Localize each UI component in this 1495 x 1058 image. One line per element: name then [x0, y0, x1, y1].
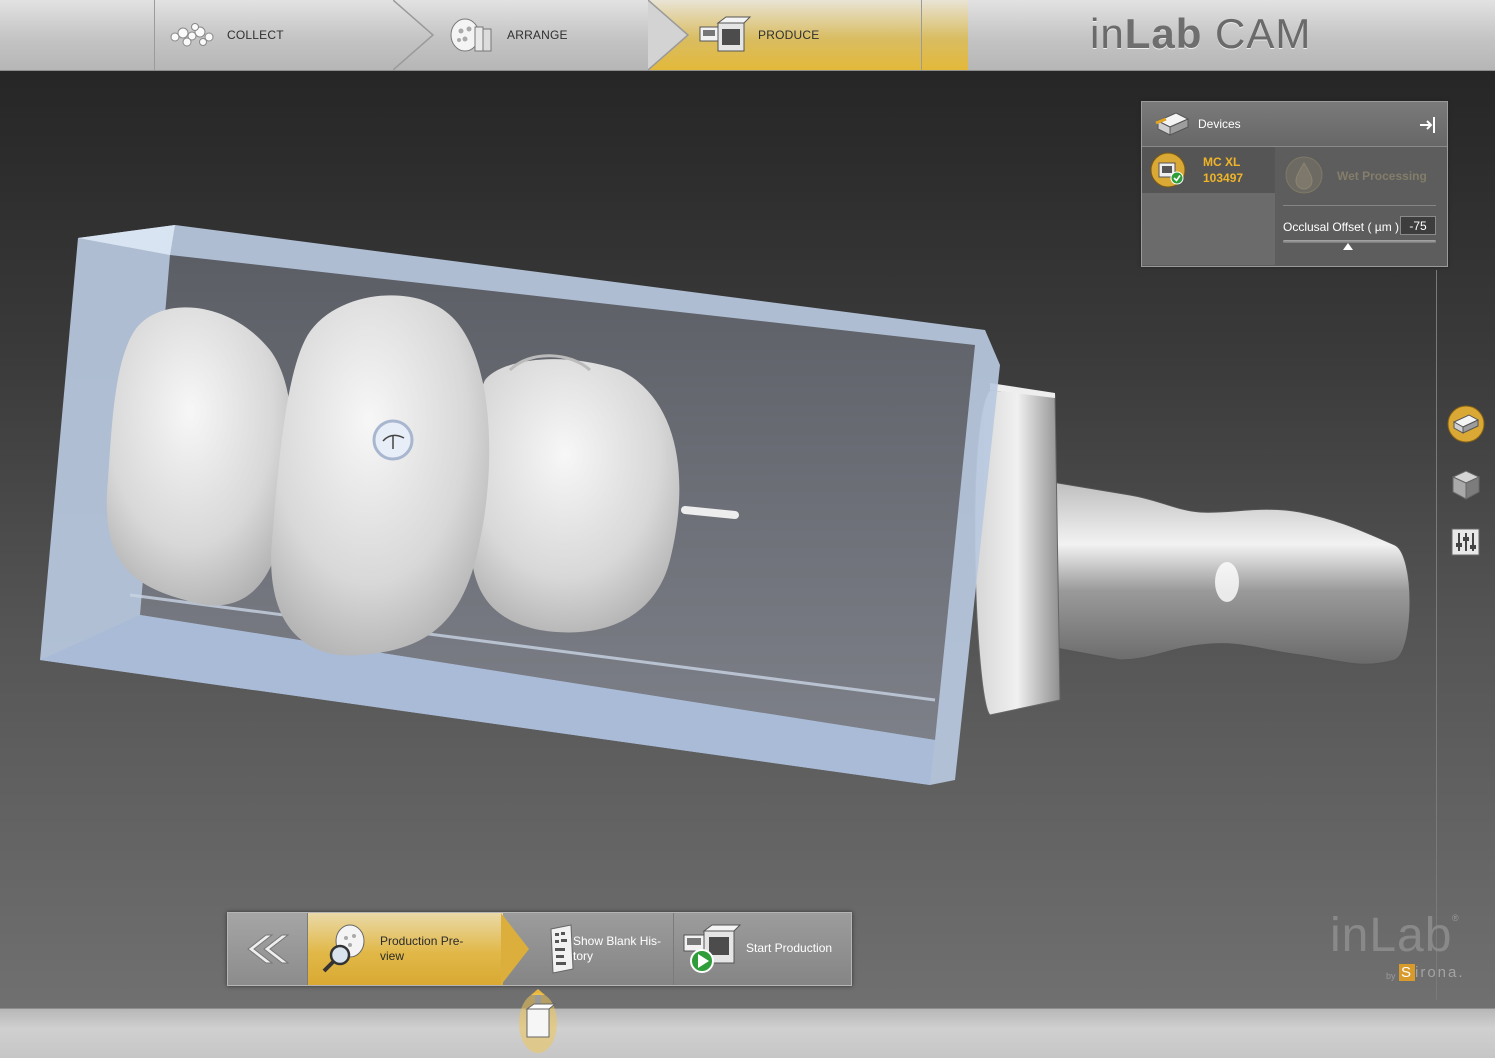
device-name: MC XL	[1203, 155, 1241, 169]
occlusal-offset-input[interactable]: -75	[1400, 216, 1436, 235]
blank-holder	[974, 383, 1411, 716]
devices-panel-header[interactable]: Devices	[1142, 102, 1447, 147]
start-production-icon	[683, 924, 742, 973]
logo-by: by	[1386, 971, 1396, 981]
action-bar: Production Pre- view Show Blank His- tor…	[227, 912, 852, 986]
workflow-bar-left-area	[0, 0, 155, 70]
production-preview-icon	[322, 924, 365, 973]
produce-icon	[696, 15, 752, 55]
bottom-status-strip	[0, 1008, 1495, 1058]
sirona-logo: Sirona.	[1399, 964, 1465, 981]
step-collect-label: COLLECT	[227, 28, 284, 42]
back-button[interactable]	[228, 913, 308, 985]
app-title-in: in	[1090, 10, 1125, 57]
side-devices-icon[interactable]	[1447, 405, 1485, 443]
app-title-lab: Lab	[1124, 10, 1203, 57]
blank-marker-icon[interactable]	[517, 985, 559, 1055]
sirona-logo-initial: S	[1399, 964, 1416, 981]
logo-registered-mark: ®	[1452, 913, 1459, 923]
app-title-cam: CAM	[1202, 10, 1312, 57]
side-parameters-icon[interactable]	[1447, 523, 1485, 561]
start-production-button[interactable]: Start Production	[674, 913, 851, 985]
panel-pin-icon[interactable]	[1419, 116, 1437, 134]
device-list: MC XL 103497	[1142, 147, 1275, 265]
arrange-icon	[445, 15, 501, 55]
collect-icon	[165, 15, 221, 55]
production-preview-label: Production Pre- view	[380, 934, 464, 963]
production-preview-button[interactable]: Production Pre- view	[308, 913, 529, 985]
side-toolbar-divider	[1436, 270, 1437, 1000]
mill-device-icon	[1150, 152, 1186, 188]
occlusal-offset-slider-thumb[interactable]	[1343, 243, 1353, 250]
step-produce-label: PRODUCE	[758, 28, 820, 42]
back-chevrons-icon	[247, 934, 290, 964]
occlusal-offset-label: Occlusal Offset ( µm )	[1283, 220, 1400, 234]
preview-button-chevron	[501, 913, 529, 985]
start-production-label: Start Production	[746, 941, 833, 955]
devices-icon	[1155, 112, 1190, 136]
device-serial: 103497	[1203, 171, 1244, 185]
step-separator	[648, 0, 690, 70]
inlab-logo: inLab	[1330, 909, 1453, 962]
sirona-logo-rest: irona.	[1415, 964, 1465, 981]
step-collect[interactable]: COLLECT	[155, 0, 405, 70]
wet-processing-label[interactable]: Wet Processing	[1337, 169, 1427, 183]
side-blank-icon[interactable]	[1447, 465, 1485, 503]
device-item-mc-xl[interactable]: MC XL 103497	[1142, 147, 1275, 193]
workflow-bar: COLLECT ARRANGE PRODUCE inLab CAM	[0, 0, 1495, 71]
occlusal-offset-slider[interactable]	[1283, 240, 1436, 243]
panel-divider	[1283, 205, 1436, 206]
wet-processing-icon[interactable]	[1284, 155, 1324, 195]
sprue-marker-icon[interactable]	[372, 419, 414, 461]
show-blank-history-label: Show Blank His- tory	[573, 934, 662, 963]
step-arrange-label: ARRANGE	[507, 28, 568, 42]
app-title: inLab CAM	[1090, 10, 1311, 58]
devices-panel-title: Devices	[1198, 117, 1241, 131]
workflow-bar-divider	[921, 0, 922, 70]
